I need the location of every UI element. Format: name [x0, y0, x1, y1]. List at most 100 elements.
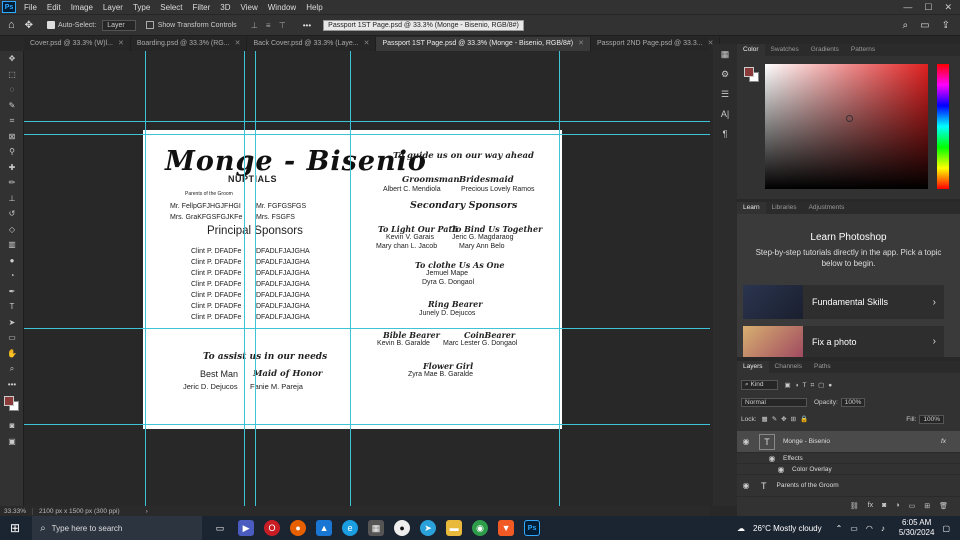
- eraser-tool-icon[interactable]: ◇: [0, 222, 24, 238]
- eye-icon[interactable]: ◉: [739, 481, 753, 490]
- tray-chevron-icon[interactable]: ⌃: [836, 524, 843, 533]
- workspace-icon[interactable]: ▭: [920, 20, 929, 31]
- tab-adjustments[interactable]: Adjustments: [803, 202, 851, 214]
- menu-file[interactable]: File: [19, 3, 42, 12]
- quick-mask-icon[interactable]: ◙: [0, 418, 24, 434]
- menu-filter[interactable]: Filter: [188, 3, 216, 12]
- menu-window[interactable]: Window: [263, 3, 301, 12]
- blend-mode-dropdown[interactable]: Normal: [741, 397, 807, 407]
- guide-line[interactable]: [145, 51, 146, 506]
- weather-text[interactable]: 26°C Mostly cloudy: [753, 524, 822, 533]
- search-icon[interactable]: ⌕: [903, 20, 909, 31]
- close-tab-icon[interactable]: ✕: [578, 40, 584, 47]
- layer-row-monge-bisenio[interactable]: ◉ T Monge - Bisenio fx: [737, 431, 960, 453]
- more-options-icon[interactable]: •••: [303, 21, 311, 30]
- new-layer-icon[interactable]: ⊞: [924, 502, 930, 510]
- healing-tool-icon[interactable]: ✚: [0, 160, 24, 176]
- hue-slider[interactable]: [937, 64, 949, 189]
- properties-icon[interactable]: ☰: [713, 84, 737, 104]
- zoom-level[interactable]: 33.33%: [0, 507, 34, 515]
- blur-tool-icon[interactable]: ●: [0, 253, 24, 269]
- photos-icon[interactable]: ▲: [316, 520, 333, 536]
- guide-line[interactable]: [255, 51, 256, 506]
- marquee-tool-icon[interactable]: ⬚: [0, 67, 24, 83]
- quick-select-tool-icon[interactable]: ✎: [0, 98, 24, 114]
- gradient-tool-icon[interactable]: ▥: [0, 237, 24, 253]
- menu-edit[interactable]: Edit: [42, 3, 66, 12]
- notification-icon[interactable]: ▢: [942, 524, 950, 533]
- menu-type[interactable]: Type: [128, 3, 155, 12]
- photoshop-taskbar-icon[interactable]: Ps: [524, 520, 541, 536]
- menu-view[interactable]: View: [236, 3, 263, 12]
- mask-icon[interactable]: ◙: [882, 502, 886, 510]
- guide-line[interactable]: [24, 121, 710, 122]
- weather-icon[interactable]: ☁: [737, 524, 745, 533]
- move-tool-icon[interactable]: ✥: [25, 20, 33, 31]
- maximize-icon[interactable]: ☐: [924, 2, 932, 13]
- color-swatches[interactable]: [0, 392, 23, 418]
- close-tab-icon[interactable]: ✕: [364, 40, 370, 47]
- history-icon[interactable]: ▦: [713, 44, 737, 64]
- tab-paths[interactable]: Paths: [808, 361, 837, 373]
- document-canvas[interactable]: Monge - Bisenio NUPTIALS Parents of the …: [143, 130, 562, 429]
- volume-icon[interactable]: ♪: [881, 524, 885, 533]
- auto-select-checkbox[interactable]: [47, 21, 56, 29]
- guide-line[interactable]: [24, 424, 710, 425]
- github-icon[interactable]: ●: [394, 520, 411, 536]
- tab-cover[interactable]: Cover.psd @ 33.3% (W)l... ✕: [24, 37, 131, 51]
- windows-start-icon[interactable]: ⊞: [10, 521, 20, 535]
- paragraph-icon[interactable]: ¶: [713, 124, 737, 144]
- tab-channels[interactable]: Channels: [769, 361, 808, 373]
- hand-tool-icon[interactable]: ✋: [0, 346, 24, 362]
- edge-icon[interactable]: e: [342, 520, 359, 536]
- lasso-tool-icon[interactable]: ◌: [0, 82, 24, 98]
- filter-icons[interactable]: ▣◑T⌗▢●: [784, 381, 836, 390]
- character-icon[interactable]: A|: [713, 104, 737, 124]
- tab-passport-1st[interactable]: Passport 1ST Page.psd @ 33.3% (Monge - B…: [376, 37, 591, 51]
- frame-tool-icon[interactable]: ⊠: [0, 129, 24, 145]
- group-icon[interactable]: ▭: [909, 502, 916, 510]
- color-field[interactable]: [765, 64, 928, 189]
- task-view-icon[interactable]: ▭: [212, 520, 228, 536]
- screen-mode-icon[interactable]: ▣: [0, 434, 24, 450]
- tab-boarding[interactable]: Boarding.psd @ 33.3% (RG... ✕: [131, 37, 248, 51]
- guide-line[interactable]: [244, 51, 245, 506]
- brave-icon[interactable]: ▼: [498, 520, 515, 536]
- link-icon[interactable]: ⛓: [850, 502, 859, 510]
- auto-select-dropdown[interactable]: Layer: [102, 19, 136, 31]
- more-tools-icon[interactable]: •••: [0, 377, 24, 393]
- stamp-tool-icon[interactable]: ⊥: [0, 191, 24, 207]
- minimize-icon[interactable]: —: [903, 2, 912, 13]
- taskbar-search[interactable]: ⌕ Type here to search: [32, 516, 203, 540]
- menu-image[interactable]: Image: [66, 3, 98, 12]
- history-brush-icon[interactable]: ↺: [0, 206, 24, 222]
- learn-card-fix-photo[interactable]: Fix a photo ›: [743, 326, 944, 357]
- tab-gradients[interactable]: Gradients: [805, 44, 845, 56]
- layer-filter-kind[interactable]: ⌕ Kind: [741, 380, 779, 390]
- status-arrow-icon[interactable]: ›: [146, 508, 148, 515]
- menu-3d[interactable]: 3D: [215, 3, 235, 12]
- firefox-icon[interactable]: ●: [290, 520, 307, 536]
- guide-line[interactable]: [350, 51, 351, 506]
- color-picker-cursor[interactable]: [846, 115, 853, 122]
- opacity-input[interactable]: 100%: [840, 397, 866, 407]
- guide-line[interactable]: [559, 51, 560, 506]
- move-tool-icon[interactable]: ✥: [0, 51, 24, 67]
- shape-tool-icon[interactable]: ▭: [0, 330, 24, 346]
- type-tool-icon[interactable]: T: [0, 299, 24, 315]
- tab-libraries[interactable]: Libraries: [766, 202, 803, 214]
- fx-button-icon[interactable]: fx: [868, 502, 873, 510]
- close-icon[interactable]: ✕: [944, 2, 952, 13]
- eyedropper-tool-icon[interactable]: ⚲: [0, 144, 24, 160]
- align-icons[interactable]: ⊥ ≡ ⊤: [251, 21, 289, 30]
- actions-icon[interactable]: ⚙: [713, 64, 737, 84]
- fg-color-swatch[interactable]: [744, 67, 754, 77]
- menu-select[interactable]: Select: [155, 3, 187, 12]
- zoom-tool-icon[interactable]: ⌕: [0, 361, 24, 377]
- file-explorer-icon[interactable]: ▬: [446, 520, 463, 536]
- brush-tool-icon[interactable]: ✏: [0, 175, 24, 191]
- fill-input[interactable]: 100%: [919, 414, 944, 424]
- share-icon[interactable]: ⇪: [942, 20, 950, 31]
- tab-color[interactable]: Color: [737, 44, 765, 56]
- tab-swatches[interactable]: Swatches: [765, 44, 805, 56]
